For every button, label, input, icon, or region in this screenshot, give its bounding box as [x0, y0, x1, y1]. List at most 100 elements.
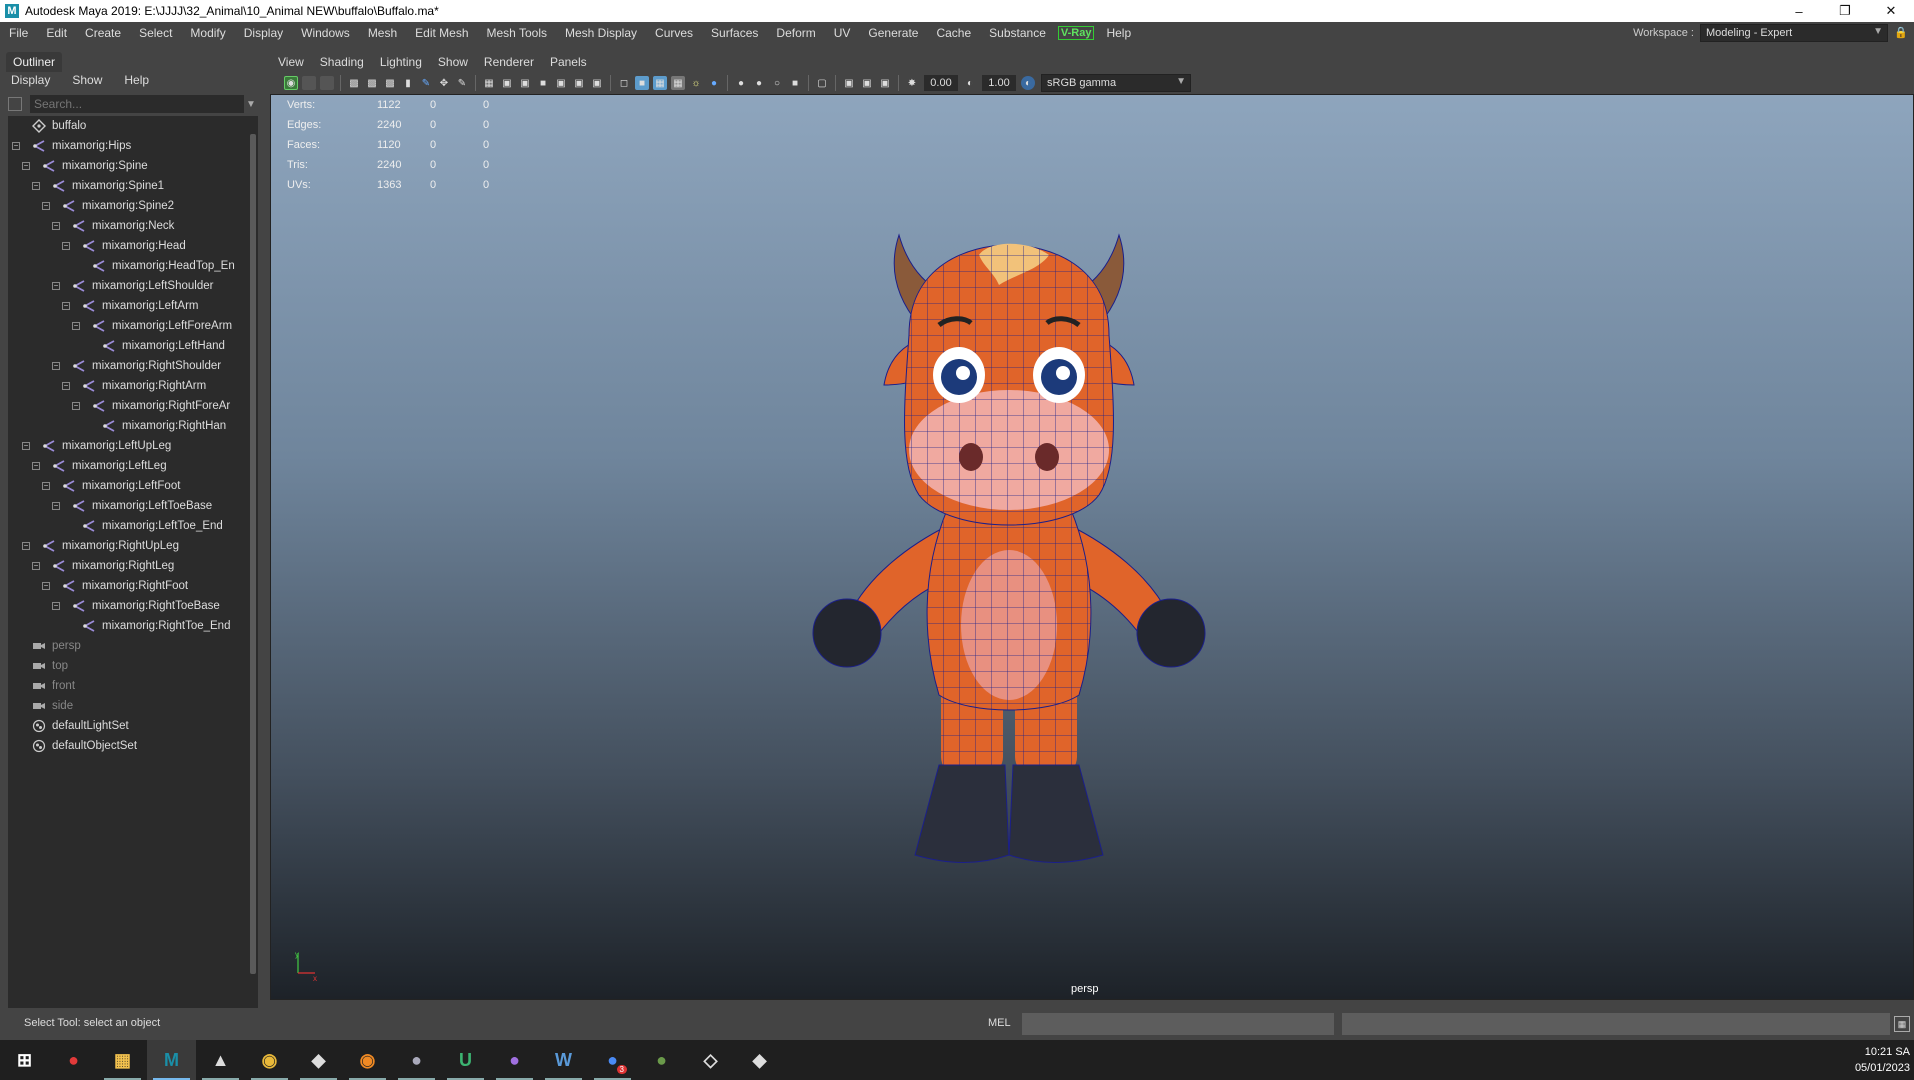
filter-icon[interactable]	[8, 97, 22, 111]
search-input[interactable]	[30, 95, 244, 113]
outliner-item[interactable]: − mixamorig:RightFoot	[8, 576, 250, 596]
3d-viewport[interactable]: Verts: 1122 0 0 Edges: 2240 0 0 Faces: 1120 0 0 Tris…	[270, 94, 1914, 1000]
outliner-item[interactable]: − mixamorig:Neck	[8, 216, 250, 236]
menu-uv[interactable]: UV	[825, 26, 860, 40]
menu-help[interactable]: Help	[1097, 26, 1140, 40]
xray-joints-icon[interactable]: ▣	[878, 76, 892, 90]
taskbar-sketchbook-icon[interactable]: ●	[49, 1040, 98, 1080]
script-editor-icon[interactable]: ▦	[1894, 1016, 1910, 1032]
taskbar-upwork-icon[interactable]: U	[441, 1040, 490, 1080]
outliner-item[interactable]: − mixamorig:Hips	[8, 136, 250, 156]
scroll-thumb[interactable]	[250, 134, 256, 974]
collapse-toggle-icon[interactable]: −	[62, 302, 70, 310]
taskbar-unity-hub-icon[interactable]: ◇	[686, 1040, 735, 1080]
grid-icon[interactable]: ▦	[482, 76, 496, 90]
menu-windows[interactable]: Windows	[292, 26, 359, 40]
outliner-vertical-scrollbar[interactable]	[248, 116, 258, 1026]
taskbar-unity-editor-icon[interactable]: ◆	[735, 1040, 784, 1080]
isolate-select-icon[interactable]: ▢	[815, 76, 829, 90]
outliner-item[interactable]: mixamorig:RightHan	[8, 416, 250, 436]
outliner-item[interactable]: − mixamorig:RightArm	[8, 376, 250, 396]
anti-alias-icon[interactable]: ○	[770, 76, 784, 90]
collapse-toggle-icon[interactable]: −	[32, 562, 40, 570]
ambient-occlusion-icon[interactable]: ●	[734, 76, 748, 90]
outliner-menu-help[interactable]: Help	[113, 72, 160, 90]
chevron-down-icon[interactable]: ▼	[244, 99, 258, 110]
collapse-toggle-icon[interactable]: −	[22, 442, 30, 450]
outliner-menu-display[interactable]: Display	[0, 72, 61, 90]
menu-display[interactable]: Display	[235, 26, 292, 40]
menu-mesh[interactable]: Mesh	[359, 26, 406, 40]
outliner-item[interactable]: − mixamorig:LeftShoulder	[8, 276, 250, 296]
select-camera-icon[interactable]: ◉	[284, 76, 298, 90]
field-chart-icon[interactable]: ▣	[554, 76, 568, 90]
lock-icon[interactable]: 🔒	[1894, 26, 1908, 40]
collapse-toggle-icon[interactable]: −	[52, 282, 60, 290]
menu-select[interactable]: Select	[130, 26, 181, 40]
wireframe-on-shaded-icon[interactable]: ▦	[653, 76, 667, 90]
viewport-menu-shading[interactable]: Shading	[312, 55, 372, 69]
outliner-item[interactable]: − mixamorig:RightUpLeg	[8, 536, 250, 556]
restore-button[interactable]: ❐	[1822, 0, 1868, 22]
collapse-toggle-icon[interactable]: −	[42, 202, 50, 210]
outliner-item[interactable]: − mixamorig:Spine2	[8, 196, 250, 216]
taskbar-unity-icon[interactable]: ◆	[294, 1040, 343, 1080]
taskbar-start-icon[interactable]: ⊞	[0, 1040, 49, 1080]
lock-camera-icon[interactable]	[302, 76, 316, 90]
collapse-toggle-icon[interactable]: −	[22, 542, 30, 550]
outliner-item[interactable]: − mixamorig:LeftLeg	[8, 456, 250, 476]
depth-of-field-icon[interactable]: ■	[788, 76, 802, 90]
collapse-toggle-icon[interactable]: −	[72, 322, 80, 330]
film-gate-icon[interactable]: ▣	[500, 76, 514, 90]
taskbar-blender-icon[interactable]: ◉	[343, 1040, 392, 1080]
taskbar-maya-icon[interactable]: M	[147, 1040, 196, 1080]
outliner-item[interactable]: − mixamorig:Spine	[8, 156, 250, 176]
collapse-toggle-icon[interactable]: −	[32, 182, 40, 190]
color-space-dropdown[interactable]: sRGB gamma ▼	[1041, 74, 1191, 92]
collapse-toggle-icon[interactable]: −	[72, 402, 80, 410]
camera-icon[interactable]: ▩	[347, 76, 361, 90]
outliner-item[interactable]: − mixamorig:LeftArm	[8, 296, 250, 316]
viewport-menu-show[interactable]: Show	[430, 55, 476, 69]
outliner-item[interactable]: mixamorig:RightToe_End	[8, 616, 250, 636]
safe-action-icon[interactable]: ▣	[572, 76, 586, 90]
pan-zoom-icon[interactable]: ✥	[437, 76, 451, 90]
close-button[interactable]: ✕	[1868, 0, 1914, 22]
mel-command-input[interactable]	[1022, 1013, 1334, 1035]
menu-modify[interactable]: Modify	[181, 26, 234, 40]
outliner-item[interactable]: mixamorig:HeadTop_En	[8, 256, 250, 276]
outliner-item[interactable]: front	[8, 676, 250, 696]
outliner-item[interactable]: buffalo	[8, 116, 250, 136]
outliner-item[interactable]: persp	[8, 636, 250, 656]
outliner-item[interactable]: mixamorig:LeftHand	[8, 336, 250, 356]
collapse-toggle-icon[interactable]: −	[62, 242, 70, 250]
collapse-toggle-icon[interactable]: −	[12, 142, 20, 150]
collapse-toggle-icon[interactable]: −	[52, 502, 60, 510]
image-plane-icon[interactable]: ▩	[383, 76, 397, 90]
buffalo-model[interactable]	[799, 175, 1219, 875]
outliner-item[interactable]: defaultLightSet	[8, 716, 250, 736]
taskbar-chrome-icon[interactable]: ◉	[245, 1040, 294, 1080]
menu-curves[interactable]: Curves	[646, 26, 702, 40]
gate-mask-icon[interactable]: ■	[536, 76, 550, 90]
outliner-tab[interactable]: Outliner	[6, 52, 63, 72]
menu-edit[interactable]: Edit	[37, 26, 76, 40]
viewport-menu-renderer[interactable]: Renderer	[476, 55, 542, 69]
collapse-toggle-icon[interactable]: −	[32, 462, 40, 470]
outliner-item[interactable]: − mixamorig:LeftFoot	[8, 476, 250, 496]
workspace-dropdown[interactable]: Modeling - Expert ▼	[1700, 24, 1888, 42]
system-clock[interactable]: 10:21 SA 05/01/2023	[1855, 1044, 1910, 1076]
outliner-item[interactable]: − mixamorig:LeftToeBase	[8, 496, 250, 516]
menu-edit-mesh[interactable]: Edit Mesh	[406, 26, 477, 40]
outliner-item[interactable]: − mixamorig:Spine1	[8, 176, 250, 196]
pencil-icon[interactable]: ✎	[455, 76, 469, 90]
wireframe-icon[interactable]: ◻	[617, 76, 631, 90]
grease-pencil-icon[interactable]: ✎	[419, 76, 433, 90]
outliner-menu-show[interactable]: Show	[61, 72, 113, 90]
menu-substance[interactable]: Substance	[980, 26, 1055, 40]
exposure-field[interactable]: 0.00	[924, 75, 958, 91]
outliner-item[interactable]: mixamorig:LeftToe_End	[8, 516, 250, 536]
bookmark-icon[interactable]: ▮	[401, 76, 415, 90]
taskbar-chat-icon[interactable]: ● 3	[588, 1040, 637, 1080]
camera-attributes-icon[interactable]	[320, 76, 334, 90]
